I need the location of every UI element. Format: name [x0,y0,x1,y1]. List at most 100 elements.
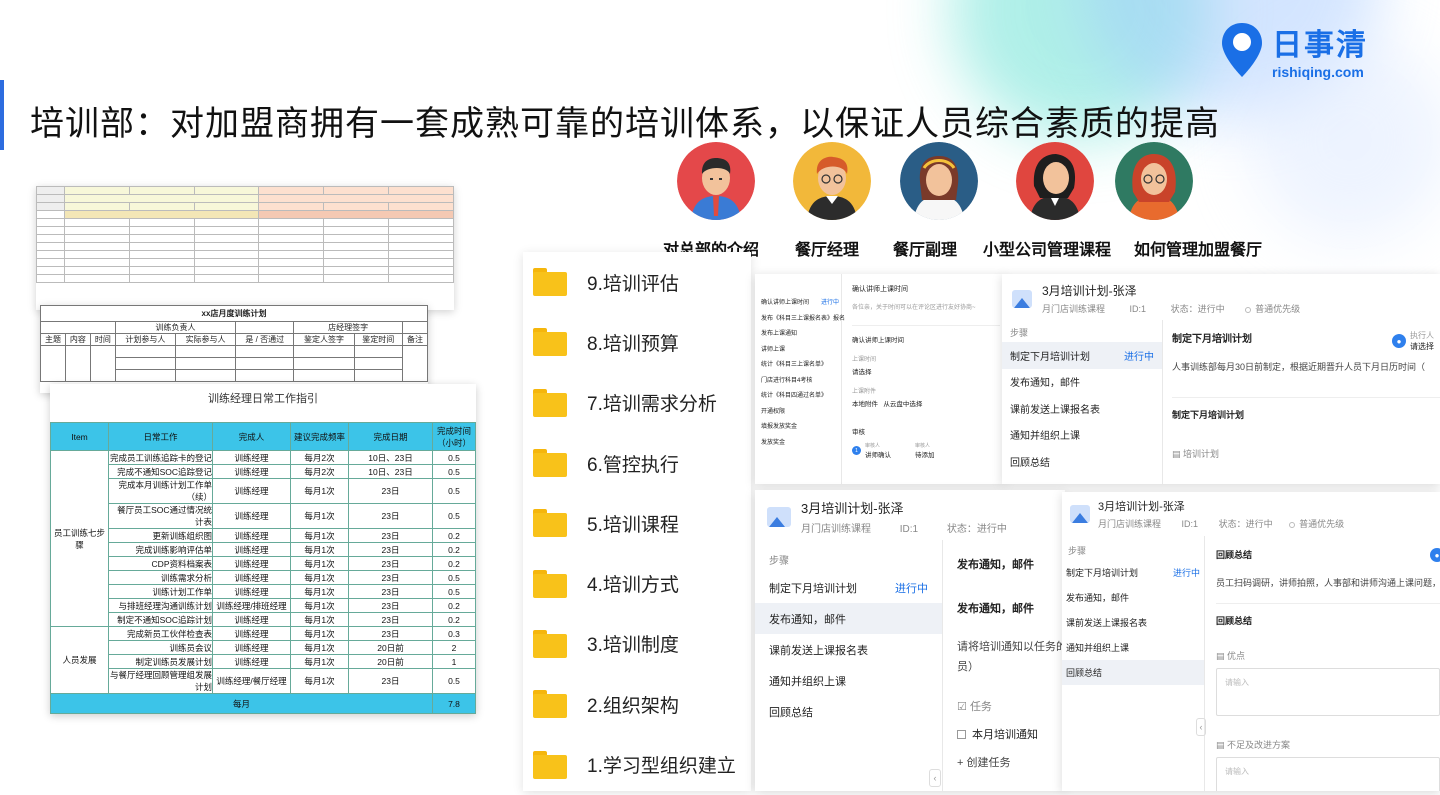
group-label: 其他 [50,713,109,714]
task-item[interactable]: 本月培训通知 [972,726,1038,742]
project-name[interactable]: 月门店训练课程 [1042,304,1105,314]
step-item[interactable]: 课前发送上课报名表 [1062,610,1204,635]
task-status[interactable]: 状态：进行中 [1171,304,1225,314]
table-cell: 训练经理/排班经理 [212,598,291,613]
step-item[interactable]: 填报发放奖金 [759,418,841,434]
table-cell: 训练经理 [212,612,291,627]
table-cell: 每月1次 [290,626,349,641]
table-cell: 训练经理 [212,556,291,571]
table-cell: 训练经理 [212,570,291,585]
step-item[interactable]: 课前发送上课报名表 [755,634,942,665]
local-attach-button[interactable]: 本地附件 [852,401,878,408]
steps-label: 步骤 [769,556,789,567]
step-label: 通知并组织上课 [1010,431,1080,443]
folder-item[interactable]: 6.管控执行 [523,433,751,493]
table-cell: 0.2 [432,542,476,557]
folder-item[interactable]: 4.培训方式 [523,553,751,613]
table-cell: 训练经理 [212,713,291,714]
table-cell: 训练经理 [212,503,291,529]
step-item[interactable]: 发放奖金 [759,434,841,450]
step-item[interactable]: 讲师上课 [759,341,841,357]
step-label: 制定下月培训计划 [769,582,857,595]
location-pin-icon [1220,21,1264,79]
folder-item[interactable]: 5.培训课程 [523,493,751,553]
create-task-button[interactable]: + 创建任务 [957,754,1065,770]
column-header: 实际参与人 [174,333,237,346]
priority[interactable]: 普通优先级 [1299,519,1344,529]
table-cell: 0.5 [432,584,476,599]
table-cell: 每年3月、9月各一次 [348,713,433,714]
step-item[interactable]: 制定下月培训计划 进行中 [755,572,942,603]
folder-item[interactable]: 1.学习型组织建立 [523,734,751,794]
step-item[interactable]: 发布通知，邮件 [1062,585,1204,610]
avatar-woman-dark-hair-icon [1016,142,1094,220]
table-cell: 每月1次 [290,478,349,504]
table-cell: 23日 [348,668,433,694]
step-item[interactable]: 门店进行科目4考核 [759,372,841,388]
step-label: 填报发放奖金 [761,424,798,431]
step-item[interactable]: 统计《科目三上课名单》 [759,356,841,372]
group-label: 人员发展 [50,626,109,694]
manager-sign-label: 店经理签字 [293,321,403,334]
table-cell: 完成员工训练追踪卡的登记 [108,450,213,465]
step-item[interactable]: 回顾总结 [1062,660,1204,685]
step-item[interactable]: 回顾总结 [755,696,942,727]
table-cell: 每半年1次 [290,713,349,714]
cloud-attach-button[interactable]: 从云盘中选择 [883,401,922,408]
step-item[interactable]: 开通权限 [759,403,841,419]
table-row: 餐厅员工SOC通过情况统计表 训练经理 每月1次 23日 0.5 [51,503,476,529]
monthly-total: 7.8 [432,693,476,714]
table-cell: 完成训练影响评估单 [108,542,213,557]
collapse-arrow-icon[interactable]: ‹ [1196,718,1206,736]
user-icon[interactable]: ● [1430,548,1440,562]
user-icon: ● [1392,334,1406,348]
step-item[interactable]: 通知并组织上课 [1062,635,1204,660]
table-cell: 0.2 [432,598,476,613]
step-item[interactable]: 回顾总结 [1002,448,1162,475]
priority[interactable]: 普通优先级 [1255,304,1300,314]
step-status: 进行中 [895,582,928,595]
folder-item[interactable]: 7.培训需求分析 [523,373,751,433]
step-item[interactable]: 发布通知，邮件 [755,603,942,634]
step-item[interactable]: 发布《科目三上课报名表》报名 [759,310,845,326]
avatar-man-tie-icon [677,142,755,220]
course-label: 餐厅经理 [795,242,860,259]
step-item[interactable]: 通知并组织上课 [755,665,942,696]
improvements-input[interactable]: 请输入 [1216,757,1440,791]
table-cell: 23日 [348,584,433,599]
folder-item[interactable]: 2.组织架构 [523,674,751,734]
step-item[interactable]: 发布通知，邮件 [1002,369,1162,396]
section-title: 制定下月培训计划 [1172,397,1440,421]
table-cell: 每月1次 [290,654,349,669]
field-icon: ▤ [1172,449,1181,459]
strengths-input[interactable]: 请输入 [1216,668,1440,716]
project-name[interactable]: 月门店训练课程 [1098,519,1161,529]
approval-step-icon: 1 [852,446,861,455]
step-item[interactable]: 确认讲师上课时间 进行中 [759,294,841,310]
folder-label: 1.学习型组织建立 [587,756,736,778]
executor-select[interactable]: 请选择 [1410,341,1434,352]
step-item[interactable]: 制定下月培训计划 进行中 [1002,342,1162,369]
collapse-arrow-icon[interactable]: ‹ [929,769,941,787]
time-select[interactable]: 请选择 [852,366,1000,376]
step-item[interactable]: 统计《科目四通过名单》 [759,387,841,403]
folder-icon [533,629,567,658]
task-checkbox[interactable] [957,729,966,739]
step-label: 开通权限 [761,408,786,415]
folder-item[interactable]: 3.培训制度 [523,614,751,674]
folder-item[interactable]: 8.培训预算 [523,312,751,372]
project-name[interactable]: 月门店训练课程 [801,524,871,535]
task-status[interactable]: 状态：进行中 [1219,519,1273,529]
step-item[interactable]: 课前发送上课报名表 [1002,395,1162,422]
column-header: 日常工作 [108,422,213,451]
step-item[interactable]: 发布上课通知 [759,325,841,341]
table-cell: 每月1次 [290,598,349,613]
detail-title: 制定下月培训计划 [1172,334,1252,345]
task-status[interactable]: 状态：进行中 [947,524,1007,535]
folder-item[interactable]: 9.培训评估 [523,252,751,312]
step-item[interactable]: 制定下月培训计划 进行中 [1062,560,1204,585]
table-cell: 每人3小时 [432,713,476,714]
table-cell: 训练需求分析 [108,570,213,585]
step-label: 发布通知，邮件 [769,613,846,626]
step-item[interactable]: 通知并组织上课 [1002,422,1162,449]
